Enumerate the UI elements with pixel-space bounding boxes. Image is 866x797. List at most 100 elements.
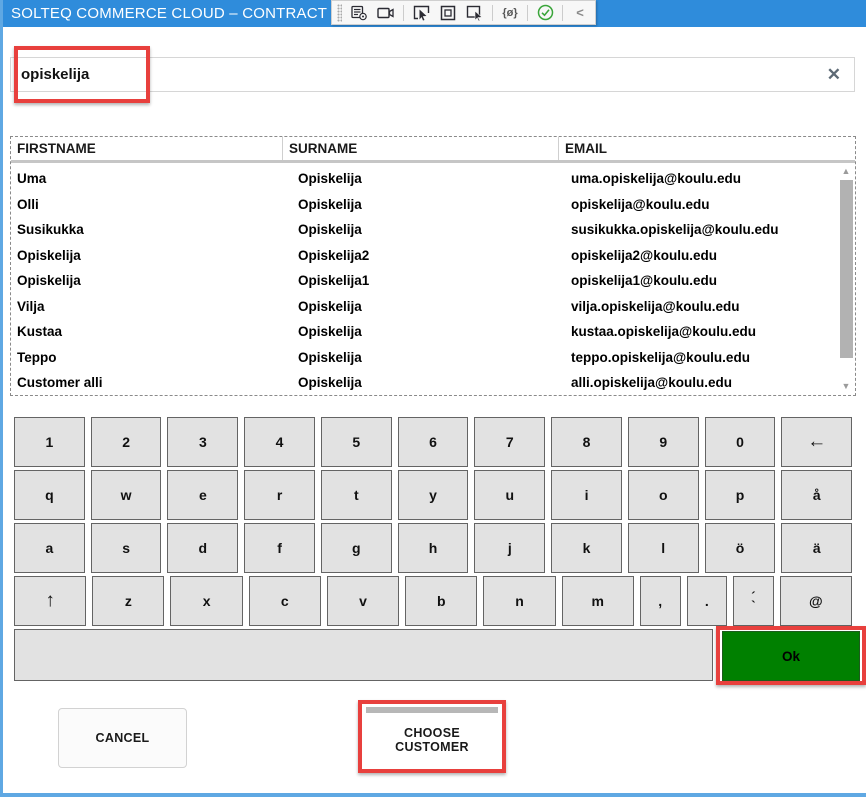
- cell-email: vilja.opiskelija@koulu.edu: [559, 299, 837, 314]
- key-shift[interactable]: ↑: [14, 576, 86, 626]
- element-inspector-icon[interactable]: [349, 3, 369, 23]
- key-e[interactable]: e: [167, 470, 238, 520]
- keyboard-row: qwertyuiopå: [14, 470, 852, 520]
- key-9[interactable]: 9: [628, 417, 699, 467]
- cell-email: alli.opiskelija@koulu.edu: [559, 375, 837, 390]
- key-1[interactable]: 1: [14, 417, 85, 467]
- choose-customer-button[interactable]: CHOOSE CUSTOMER: [366, 707, 498, 766]
- key-p[interactable]: p: [705, 470, 776, 520]
- customer-table: FIRSTNAME SURNAME EMAIL UmaOpiskelijauma…: [10, 136, 856, 396]
- table-row[interactable]: OlliOpiskelijaopiskelija@koulu.edu: [11, 192, 837, 218]
- cell-surname: Opiskelija: [283, 324, 559, 339]
- table-row[interactable]: UmaOpiskelijauma.opiskelija@koulu.edu: [11, 166, 837, 192]
- key-t[interactable]: t: [321, 470, 392, 520]
- table-header: FIRSTNAME SURNAME EMAIL: [11, 137, 855, 163]
- key-8[interactable]: 8: [551, 417, 622, 467]
- toolbar-separator: [403, 5, 404, 21]
- camera-icon[interactable]: [376, 3, 396, 23]
- cancel-button[interactable]: CANCEL: [58, 708, 187, 768]
- select-region-icon[interactable]: [438, 3, 458, 23]
- key-v[interactable]: v: [327, 576, 399, 626]
- contract-window: SOLTEQ COMMERCE CLOUD – CONTRACT CA {ø} …: [0, 0, 866, 797]
- validate-icon[interactable]: [535, 3, 555, 23]
- key-space[interactable]: [14, 629, 713, 681]
- cell-email: opiskelija1@koulu.edu: [559, 273, 837, 288]
- window-title: SOLTEQ COMMERCE CLOUD – CONTRACT CA: [11, 5, 352, 22]
- key-5[interactable]: 5: [321, 417, 392, 467]
- toolbar-separator: [527, 5, 528, 21]
- scrollbar-thumb[interactable]: [840, 180, 853, 358]
- window-border-bottom: [0, 793, 866, 797]
- key-f[interactable]: f: [244, 523, 315, 573]
- cell-surname: Opiskelija: [283, 299, 559, 314]
- key-z[interactable]: z: [92, 576, 164, 626]
- key-l[interactable]: l: [628, 523, 699, 573]
- key-n[interactable]: n: [483, 576, 555, 626]
- cell-firstname: Vilja: [11, 299, 283, 314]
- key-2[interactable]: 2: [91, 417, 162, 467]
- key-g[interactable]: g: [321, 523, 392, 573]
- key-ä[interactable]: ä: [781, 523, 852, 573]
- cell-surname: Opiskelija: [283, 197, 559, 212]
- key-k[interactable]: k: [551, 523, 622, 573]
- key-m[interactable]: m: [562, 576, 634, 626]
- table-row[interactable]: SusikukkaOpiskelijasusikukka.opiskelija@…: [11, 217, 837, 243]
- scrollbar-track[interactable]: [838, 178, 854, 381]
- search-input[interactable]: opiskelija ✕: [10, 57, 855, 92]
- ok-button[interactable]: Ok: [722, 631, 860, 681]
- table-row[interactable]: ViljaOpiskelijavilja.opiskelija@koulu.ed…: [11, 294, 837, 320]
- key-3[interactable]: 3: [167, 417, 238, 467]
- key-ö[interactable]: ö: [705, 523, 776, 573]
- key-å[interactable]: å: [781, 470, 852, 520]
- key-q[interactable]: q: [14, 470, 85, 520]
- key-accent[interactable]: ´ `: [733, 576, 774, 626]
- table-row[interactable]: KustaaOpiskelijakustaa.opiskelija@koulu.…: [11, 319, 837, 345]
- key-w[interactable]: w: [91, 470, 162, 520]
- automation-toolbar: {ø} <: [331, 0, 596, 25]
- scroll-up-icon[interactable]: ▲: [842, 166, 851, 178]
- table-row[interactable]: OpiskelijaOpiskelija2opiskelija2@koulu.e…: [11, 243, 837, 269]
- toolbar-separator: [562, 5, 563, 21]
- key-r[interactable]: r: [244, 470, 315, 520]
- select-element-icon[interactable]: [411, 3, 431, 23]
- key-c[interactable]: c: [249, 576, 321, 626]
- select-element-region-icon[interactable]: [465, 3, 485, 23]
- column-header-firstname[interactable]: FIRSTNAME: [11, 137, 283, 160]
- key-s[interactable]: s: [91, 523, 162, 573]
- key-i[interactable]: i: [551, 470, 622, 520]
- key-b[interactable]: b: [405, 576, 477, 626]
- search-value: opiskelija: [11, 66, 827, 83]
- table-scrollbar[interactable]: ▲ ▼: [838, 166, 854, 393]
- key-period[interactable]: .: [687, 576, 728, 626]
- cell-email: uma.opiskelija@koulu.edu: [559, 171, 837, 186]
- key-backspace[interactable]: ←: [781, 417, 852, 467]
- key-a[interactable]: a: [14, 523, 85, 573]
- drag-handle-icon[interactable]: [337, 4, 342, 22]
- table-row[interactable]: Customer alliOpiskelijaalli.opiskelija@k…: [11, 370, 837, 396]
- key-d[interactable]: d: [167, 523, 238, 573]
- clear-search-icon[interactable]: ✕: [827, 66, 854, 83]
- key-o[interactable]: o: [628, 470, 699, 520]
- key-0[interactable]: 0: [705, 417, 776, 467]
- column-header-email[interactable]: EMAIL: [559, 137, 855, 160]
- key-j[interactable]: j: [474, 523, 545, 573]
- key-x[interactable]: x: [170, 576, 242, 626]
- key-7[interactable]: 7: [474, 417, 545, 467]
- table-row[interactable]: OpiskelijaOpiskelija1opiskelija1@koulu.e…: [11, 268, 837, 294]
- key-y[interactable]: y: [398, 470, 469, 520]
- table-row[interactable]: TeppoOpiskelijateppo.opiskelija@koulu.ed…: [11, 345, 837, 371]
- key-4[interactable]: 4: [244, 417, 315, 467]
- key-6[interactable]: 6: [398, 417, 469, 467]
- toolbar-separator: [492, 5, 493, 21]
- key-h[interactable]: h: [398, 523, 469, 573]
- cell-surname: Opiskelija1: [283, 273, 559, 288]
- key-u[interactable]: u: [474, 470, 545, 520]
- no-code-icon[interactable]: {ø}: [500, 3, 520, 23]
- scroll-down-icon[interactable]: ▼: [842, 381, 851, 393]
- column-header-surname[interactable]: SURNAME: [283, 137, 559, 160]
- collapse-toolbar-icon[interactable]: <: [570, 3, 590, 23]
- key-at[interactable]: @: [780, 576, 852, 626]
- keyboard-row: asdfghjklöä: [14, 523, 852, 573]
- cell-surname: Opiskelija: [283, 375, 559, 390]
- key-comma[interactable]: ,: [640, 576, 681, 626]
